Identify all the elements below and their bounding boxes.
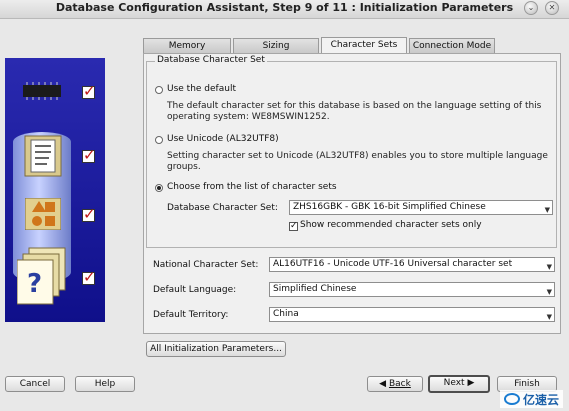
tab-memory[interactable]: Memory [143,38,231,53]
back-button-label: Back [388,379,411,389]
national-charset-label: National Character Set: [153,260,259,270]
back-button[interactable]: ◀ Back [367,376,423,392]
use-unicode-description-line2: groups. [167,162,201,172]
default-territory-label: Default Territory: [153,310,229,320]
default-territory-value: China [273,309,299,319]
watermark: 亿速云 [499,390,563,408]
next-button[interactable]: Next ▶ [428,375,490,393]
back-arrow-icon: ◀ [379,379,387,389]
tab-character-sets[interactable]: Character Sets [321,37,407,54]
dropdown-arrow-icon: ▼ [544,206,550,214]
dropdown-arrow-icon: ▼ [546,263,552,271]
use-unicode-label[interactable]: Use Unicode (AL32UTF8) [167,134,279,144]
dropdown-arrow-icon: ▼ [546,288,552,296]
use-unicode-description-line1: Setting character set to Unicode (AL32UT… [167,151,548,161]
use-default-description-line1: The default character set for this datab… [167,101,542,111]
close-icon[interactable]: ✕ [545,1,559,15]
cloud-logo-icon [503,393,520,405]
window-title: Database Configuration Assistant, Step 9… [55,1,514,14]
tab-sizing[interactable]: Sizing [233,38,319,53]
next-button-label: Next [443,378,465,388]
use-default-description-line2: operating system: WE8MSWIN1252. [167,112,330,122]
choose-list-label[interactable]: Choose from the list of character sets [167,182,337,192]
wizard-illustration: ? ✓ ✓ ✓ ✓ [5,58,105,322]
use-unicode-radio[interactable] [155,136,163,144]
help-button[interactable]: Help [75,376,135,392]
folder-documents-icon [24,135,62,177]
step-check-icon: ✓ [82,146,96,164]
use-default-label[interactable]: Use the default [167,84,236,94]
chip-icon [23,82,61,100]
cancel-button[interactable]: Cancel [5,376,65,392]
step-check-icon: ✓ [82,82,96,100]
show-recommended-label[interactable]: Show recommended character sets only [300,220,482,230]
db-charset-label: Database Character Set: [167,203,278,213]
choose-list-radio[interactable] [155,184,163,192]
dropdown-arrow-icon: ▼ [546,313,552,321]
show-recommended-checkbox[interactable]: ✓ [289,222,298,231]
use-default-radio[interactable] [155,86,163,94]
national-charset-value: AL16UTF16 - Unicode UTF-16 Universal cha… [273,259,513,269]
default-language-value: Simplified Chinese [273,284,357,294]
national-charset-select[interactable]: AL16UTF16 - Unicode UTF-16 Universal cha… [269,257,555,272]
default-territory-select[interactable]: China ▼ [269,307,555,322]
chevron-down-icon[interactable]: ⌄ [524,1,538,15]
svg-text:?: ? [27,269,42,299]
step-check-icon: ✓ [82,205,96,223]
shapes-icon [25,198,61,230]
tab-connection-mode[interactable]: Connection Mode [409,38,495,53]
db-charset-select[interactable]: ZHS16GBK - GBK 16-bit Simplified Chinese… [289,200,553,215]
all-init-params-button[interactable]: All Initialization Parameters... [146,341,286,357]
next-arrow-icon: ▶ [467,378,475,388]
db-charset-value: ZHS16GBK - GBK 16-bit Simplified Chinese [293,202,486,212]
title-bar: Database Configuration Assistant, Step 9… [0,0,569,19]
group-title: Database Character Set [155,55,267,65]
watermark-text: 亿速云 [522,392,559,407]
default-language-label: Default Language: [153,285,237,295]
step-check-icon: ✓ [82,268,96,286]
default-language-select[interactable]: Simplified Chinese ▼ [269,282,555,297]
help-documents-icon: ? [17,247,66,305]
